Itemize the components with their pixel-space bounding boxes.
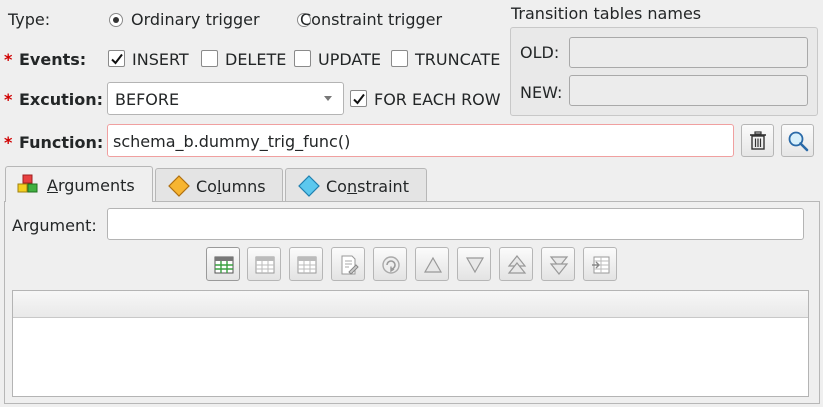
execution-required-mark: * <box>4 90 13 109</box>
delete-checkbox[interactable] <box>201 50 218 67</box>
move-top-icon <box>507 255 527 274</box>
argument-input[interactable] <box>107 208 804 240</box>
remove-item-button[interactable] <box>289 247 323 281</box>
events-label: Events: <box>19 50 87 69</box>
remove-item-icon <box>297 256 317 274</box>
truncate-label[interactable]: TRUNCATE <box>415 50 500 69</box>
move-up-button[interactable] <box>415 247 449 281</box>
radio-ordinary-trigger[interactable] <box>109 13 123 27</box>
tab-columns[interactable]: Columns <box>155 168 283 202</box>
table-options-icon <box>592 256 610 274</box>
chevron-down-icon <box>324 96 332 101</box>
argument-label: Argument: <box>12 216 97 235</box>
tab-constraint[interactable]: Constraint <box>285 168 427 202</box>
tab-arguments-label: Arguments <box>47 176 135 195</box>
move-up-icon <box>423 256 443 273</box>
execution-combo[interactable]: BEFORE <box>107 82 344 115</box>
delete-label[interactable]: DELETE <box>225 50 286 69</box>
type-label: Type: <box>8 10 51 29</box>
magnifier-icon <box>788 131 809 152</box>
execution-label: Excution: <box>19 90 104 109</box>
function-input[interactable]: schema_b.dummy_trig_func() <box>107 124 734 157</box>
update-item-icon <box>255 256 275 274</box>
diamond-blue-icon <box>298 175 320 197</box>
events-required-mark: * <box>4 50 13 69</box>
update-item-button[interactable] <box>247 247 281 281</box>
search-function-button[interactable] <box>781 124 814 157</box>
old-label: OLD: <box>520 43 560 62</box>
radio-ordinary-label[interactable]: Ordinary trigger <box>131 10 260 29</box>
truncate-checkbox[interactable] <box>391 50 408 67</box>
update-label[interactable]: UPDATE <box>318 50 381 69</box>
delete-function-button[interactable] <box>741 124 774 157</box>
old-input[interactable] <box>569 37 808 68</box>
execution-value: BEFORE <box>115 90 180 109</box>
clear-items-icon <box>382 256 400 274</box>
edit-item-icon <box>341 255 359 275</box>
clear-items-button[interactable] <box>373 247 407 281</box>
function-required-mark: * <box>4 133 13 152</box>
for-each-row-label[interactable]: FOR EACH ROW <box>374 90 501 109</box>
diamond-orange-icon <box>168 175 190 197</box>
for-each-row-checkbox[interactable] <box>350 90 367 107</box>
update-checkbox[interactable] <box>294 50 311 67</box>
radio-constraint-label[interactable]: Constraint trigger <box>300 10 442 29</box>
move-bottom-button[interactable] <box>541 247 575 281</box>
edit-item-button[interactable] <box>331 247 365 281</box>
arguments-table[interactable] <box>12 290 809 397</box>
add-item-icon <box>214 256 234 274</box>
add-item-button[interactable] <box>206 247 240 281</box>
new-label: NEW: <box>520 83 563 102</box>
transition-group: OLD: NEW: <box>510 27 818 116</box>
insert-label[interactable]: INSERT <box>132 50 189 69</box>
trash-icon <box>750 131 766 150</box>
tab-constraint-label: Constraint <box>326 177 409 196</box>
new-input[interactable] <box>569 75 808 106</box>
tab-arguments[interactable]: Arguments <box>5 166 153 202</box>
move-top-button[interactable] <box>499 247 533 281</box>
function-value: schema_b.dummy_trig_func() <box>113 132 351 151</box>
table-header <box>13 291 808 318</box>
shapes-icon <box>17 174 38 193</box>
move-down-button[interactable] <box>457 247 491 281</box>
tab-columns-label: Columns <box>196 177 266 196</box>
move-bottom-icon <box>549 256 569 275</box>
function-label: Function: <box>19 133 104 152</box>
transition-title: Transition tables names <box>511 4 702 23</box>
move-down-icon <box>465 257 485 274</box>
insert-checkbox[interactable] <box>108 50 125 67</box>
table-options-button[interactable] <box>583 247 617 281</box>
